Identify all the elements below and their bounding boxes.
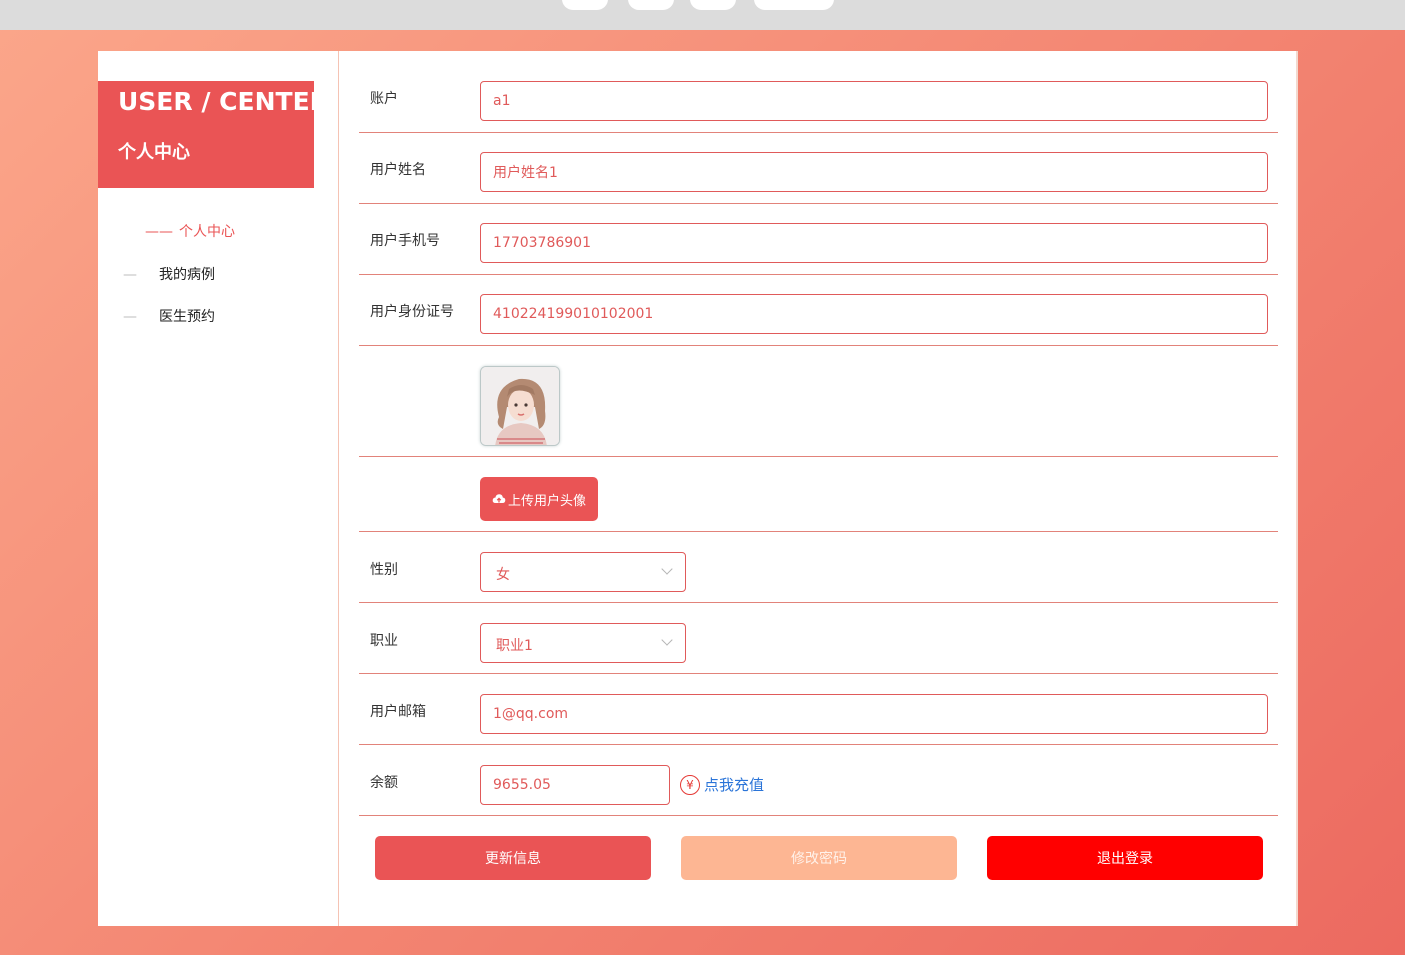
change-password-button[interactable]: 修改密码 (681, 836, 957, 880)
top-pill (690, 0, 736, 10)
sidebar-header: USER / CENTER 个人中心 (98, 81, 329, 188)
gender-select[interactable]: 女 (480, 552, 686, 592)
form-row-gender: 性别 女 (359, 532, 1278, 603)
email-label: 用户邮箱 (370, 704, 426, 720)
form-row-occupation: 职业 职业1 (359, 603, 1278, 674)
name-label: 用户姓名 (370, 162, 426, 178)
active-dash-icon: —— (145, 224, 173, 240)
form-row-id-card: 用户身份证号 (359, 275, 1278, 346)
form-row-avatar (359, 346, 1278, 457)
balance-input[interactable] (480, 765, 670, 805)
sidebar-item-label: 个人中心 (179, 224, 235, 240)
top-pill (628, 0, 674, 10)
dash-icon: — (123, 309, 137, 325)
balance-label: 余额 (370, 775, 398, 791)
recharge-link[interactable]: ¥ 点我充值 (680, 774, 764, 795)
browser-top-bar (0, 0, 1405, 30)
sidebar: USER / CENTER 个人中心 —— 个人中心 — 我的病例 — 医生预约 (98, 51, 338, 926)
email-input[interactable] (480, 694, 1268, 734)
top-pill (562, 0, 608, 10)
form-row-phone: 用户手机号 (359, 204, 1278, 275)
sidebar-title-en: USER / CENTER (118, 87, 329, 116)
avatar (480, 366, 560, 446)
sidebar-item-label: 医生预约 (159, 309, 215, 325)
sidebar-item-doctor-appointment[interactable]: — 医生预约 (123, 306, 215, 326)
chevron-down-icon (661, 563, 673, 575)
account-input[interactable] (480, 81, 1268, 121)
form-row-name: 用户姓名 (359, 133, 1278, 204)
top-pill (754, 0, 834, 10)
form-row-account: 账户 (359, 51, 1278, 133)
update-info-button[interactable]: 更新信息 (375, 836, 651, 880)
occupation-select[interactable]: 职业1 (480, 623, 686, 663)
occupation-select-value: 职业1 (496, 638, 533, 654)
phone-input[interactable] (480, 223, 1268, 263)
chevron-down-icon (661, 634, 673, 646)
id-card-label: 用户身份证号 (370, 304, 454, 320)
form-row-email: 用户邮箱 (359, 674, 1278, 745)
gender-label: 性别 (370, 562, 398, 578)
profile-form-panel: 账户 用户姓名 用户手机号 用户身份证号 (338, 51, 1298, 926)
name-input[interactable] (480, 152, 1268, 192)
id-card-input[interactable] (480, 294, 1268, 334)
upload-avatar-label: 上传用户头像 (507, 493, 586, 509)
form-row-balance: 余额 ¥ 点我充值 (359, 745, 1278, 816)
logout-button[interactable]: 退出登录 (987, 836, 1263, 880)
upload-avatar-button[interactable]: 上传用户头像 (480, 477, 598, 521)
yen-icon: ¥ (680, 774, 700, 795)
occupation-label: 职业 (370, 633, 398, 649)
sidebar-item-user-center[interactable]: —— 个人中心 (145, 221, 235, 241)
cloud-upload-icon (492, 494, 506, 503)
dash-icon: — (123, 267, 137, 283)
gender-select-value: 女 (496, 567, 510, 583)
recharge-label: 点我充值 (704, 776, 765, 794)
phone-label: 用户手机号 (370, 233, 440, 249)
avatar-portrait-icon (481, 367, 559, 445)
account-label: 账户 (370, 91, 398, 107)
sidebar-item-label: 我的病例 (159, 267, 215, 283)
sidebar-title-cn: 个人中心 (118, 142, 190, 163)
form-row-upload: 上传用户头像 (359, 457, 1278, 532)
sidebar-item-my-cases[interactable]: — 我的病例 (123, 264, 215, 284)
